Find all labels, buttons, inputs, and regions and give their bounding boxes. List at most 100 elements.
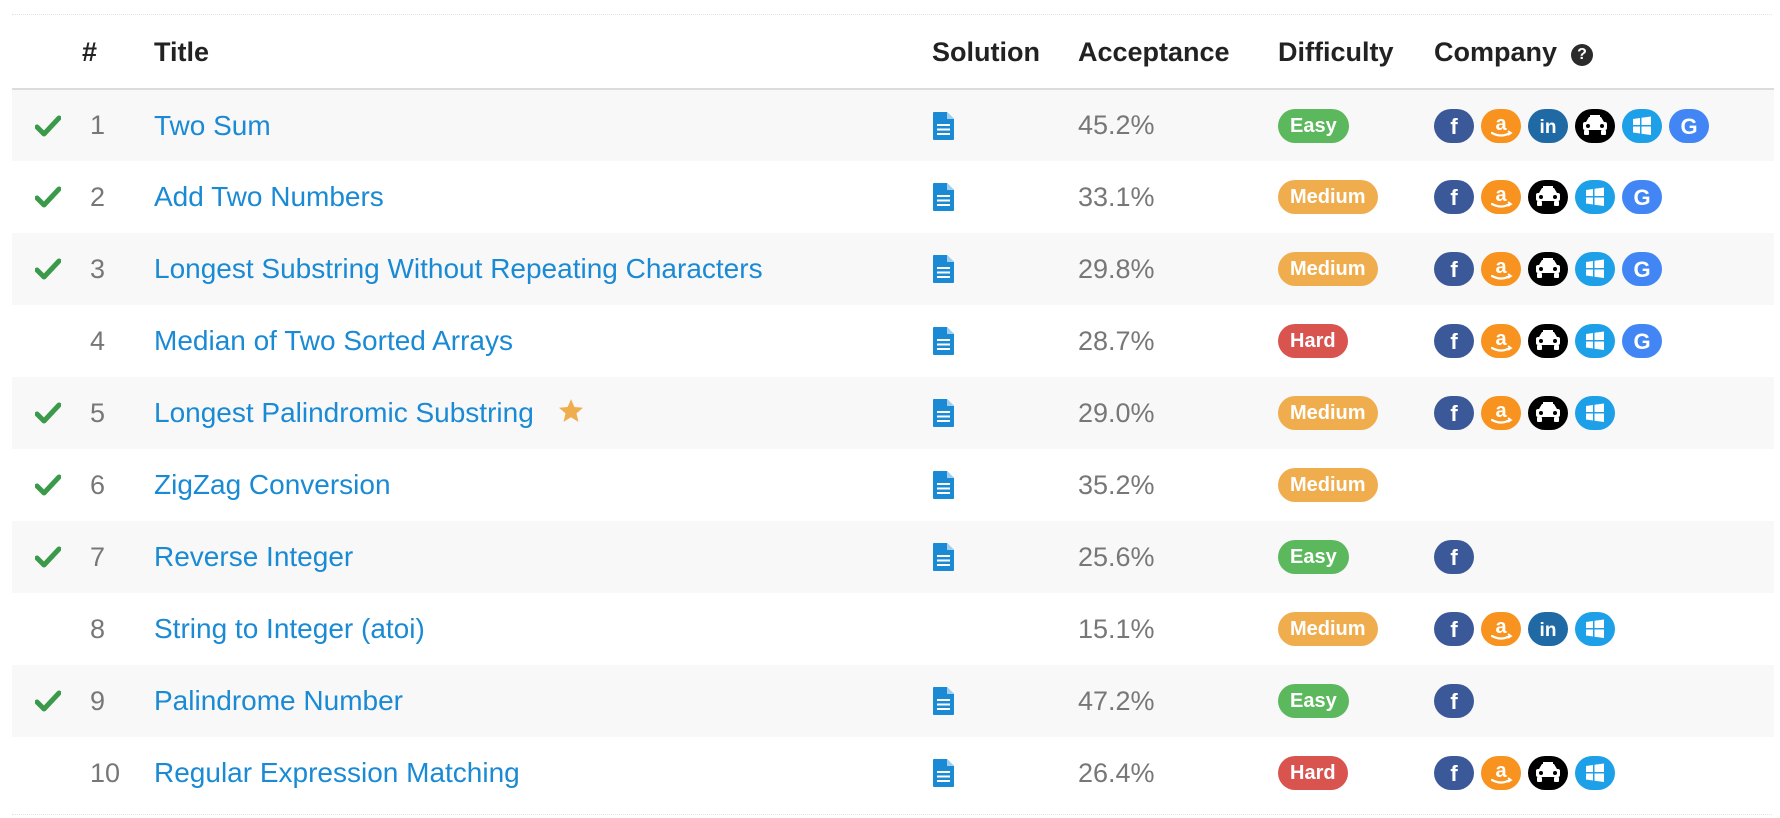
facebook-icon[interactable]: f [1434,108,1474,143]
header-acceptance[interactable]: Acceptance [1078,16,1278,90]
document-icon[interactable] [932,686,956,716]
header-status [12,16,82,90]
solution-cell [932,161,1078,233]
amazon-icon[interactable]: a [1481,180,1521,214]
svg-text:a: a [1495,328,1507,350]
microsoft-icon[interactable] [1575,324,1615,358]
table-row: 8 String to Integer (atoi) 15.1% Medium f a in [12,593,1774,665]
document-icon[interactable] [932,111,956,141]
microsoft-icon[interactable] [1622,108,1662,143]
facebook-icon[interactable]: f [1434,612,1474,646]
acceptance-rate: 45.2% [1078,110,1155,140]
difficulty-badge: Easy [1278,540,1349,574]
header-difficulty[interactable]: Difficulty [1278,16,1434,90]
microsoft-icon[interactable] [1575,252,1615,286]
svg-text:G: G [1633,185,1650,210]
table-header-row: # Title Solution Acceptance Difficulty C… [12,16,1774,90]
problems-table: # Title Solution Acceptance Difficulty C… [12,16,1774,809]
facebook-icon[interactable]: f [1434,252,1474,286]
microsoft-icon[interactable] [1575,612,1615,646]
title-cell: Regular Expression Matching [154,737,932,809]
difficulty-cell: Easy [1278,521,1434,593]
header-title[interactable]: Title [154,16,932,90]
document-icon[interactable] [932,542,956,572]
problem-title-link[interactable]: Add Two Numbers [154,181,384,212]
amazon-icon[interactable]: a [1481,324,1521,358]
problem-number: 4 [90,325,106,356]
header-solution[interactable]: Solution [932,16,1078,90]
title-cell: Longest Palindromic Substring [154,377,932,449]
solution-cell [932,593,1078,665]
amazon-icon[interactable]: a [1481,108,1521,143]
document-icon[interactable] [932,182,956,212]
company-cell: fa G [1434,161,1774,233]
uber-car-icon[interactable] [1528,252,1568,286]
document-icon[interactable] [932,470,956,500]
svg-text:f: f [1450,545,1458,570]
problem-title-link[interactable]: Longest Substring Without Repeating Char… [154,253,763,284]
google-icon[interactable]: G [1669,108,1709,143]
problem-title-link[interactable]: Reverse Integer [154,541,353,572]
document-icon[interactable] [932,326,956,356]
problem-number: 6 [90,469,106,500]
uber-car-icon[interactable] [1528,180,1568,214]
svg-text:a: a [1495,760,1507,782]
problem-title-link[interactable]: Two Sum [154,110,271,141]
facebook-icon[interactable]: f [1434,756,1474,790]
facebook-icon[interactable]: f [1434,684,1474,718]
linkedin-icon[interactable]: in [1528,612,1568,646]
status-cell [12,305,82,377]
problem-title-link[interactable]: Median of Two Sorted Arrays [154,325,513,356]
table-row: 7 Reverse Integer 25.6% Easy f [12,521,1774,593]
svg-text:f: f [1450,401,1458,426]
svg-text:a: a [1495,256,1507,278]
amazon-icon[interactable]: a [1481,612,1521,646]
table-row: 5 Longest Palindromic Substring 29.0% Mediu… [12,377,1774,449]
microsoft-icon[interactable] [1575,756,1615,790]
uber-car-icon[interactable] [1528,324,1568,358]
problem-title-link[interactable]: String to Integer (atoi) [154,613,425,644]
svg-text:a: a [1495,113,1507,135]
problem-title-link[interactable]: ZigZag Conversion [154,469,391,500]
company-cell [1434,449,1774,521]
question-circle-icon[interactable]: ? [1571,43,1594,66]
acceptance-rate: 28.7% [1078,325,1155,356]
table-row: 3 Longest Substring Without Repeating Cha… [12,233,1774,305]
check-icon [34,690,62,712]
google-icon[interactable]: G [1622,324,1662,358]
facebook-icon[interactable]: f [1434,540,1474,574]
header-company-label[interactable]: Company [1434,37,1557,67]
uber-car-icon[interactable] [1575,108,1615,143]
problem-title-link[interactable]: Regular Expression Matching [154,757,520,788]
facebook-icon[interactable]: f [1434,180,1474,214]
solution-cell [932,377,1078,449]
table-row: 6 ZigZag Conversion 35.2% Medium [12,449,1774,521]
problems-page: # Title Solution Acceptance Difficulty C… [0,0,1780,818]
microsoft-icon[interactable] [1575,396,1615,430]
svg-text:f: f [1450,689,1458,714]
facebook-icon[interactable]: f [1434,324,1474,358]
document-icon[interactable] [932,398,956,428]
header-number[interactable]: # [82,16,154,90]
problem-number: 8 [90,613,106,644]
check-icon [34,258,62,280]
microsoft-icon[interactable] [1575,180,1615,214]
document-icon[interactable] [932,758,956,788]
problem-title-link[interactable]: Longest Palindromic Substring [154,397,534,428]
amazon-icon[interactable]: a [1481,396,1521,430]
problem-title-link[interactable]: Palindrome Number [154,685,403,716]
amazon-icon[interactable]: a [1481,252,1521,286]
problem-number: 10 [90,757,121,788]
table-row: 2 Add Two Numbers 33.1% Medium f a G [12,161,1774,233]
status-cell [12,665,82,737]
difficulty-cell: Hard [1278,737,1434,809]
uber-car-icon[interactable] [1528,396,1568,430]
linkedin-icon[interactable]: in [1528,108,1568,143]
facebook-icon[interactable]: f [1434,396,1474,430]
amazon-icon[interactable]: a [1481,756,1521,790]
document-icon[interactable] [932,254,956,284]
google-icon[interactable]: G [1622,180,1662,214]
google-icon[interactable]: G [1622,252,1662,286]
acceptance-rate: 33.1% [1078,181,1155,212]
uber-car-icon[interactable] [1528,756,1568,790]
